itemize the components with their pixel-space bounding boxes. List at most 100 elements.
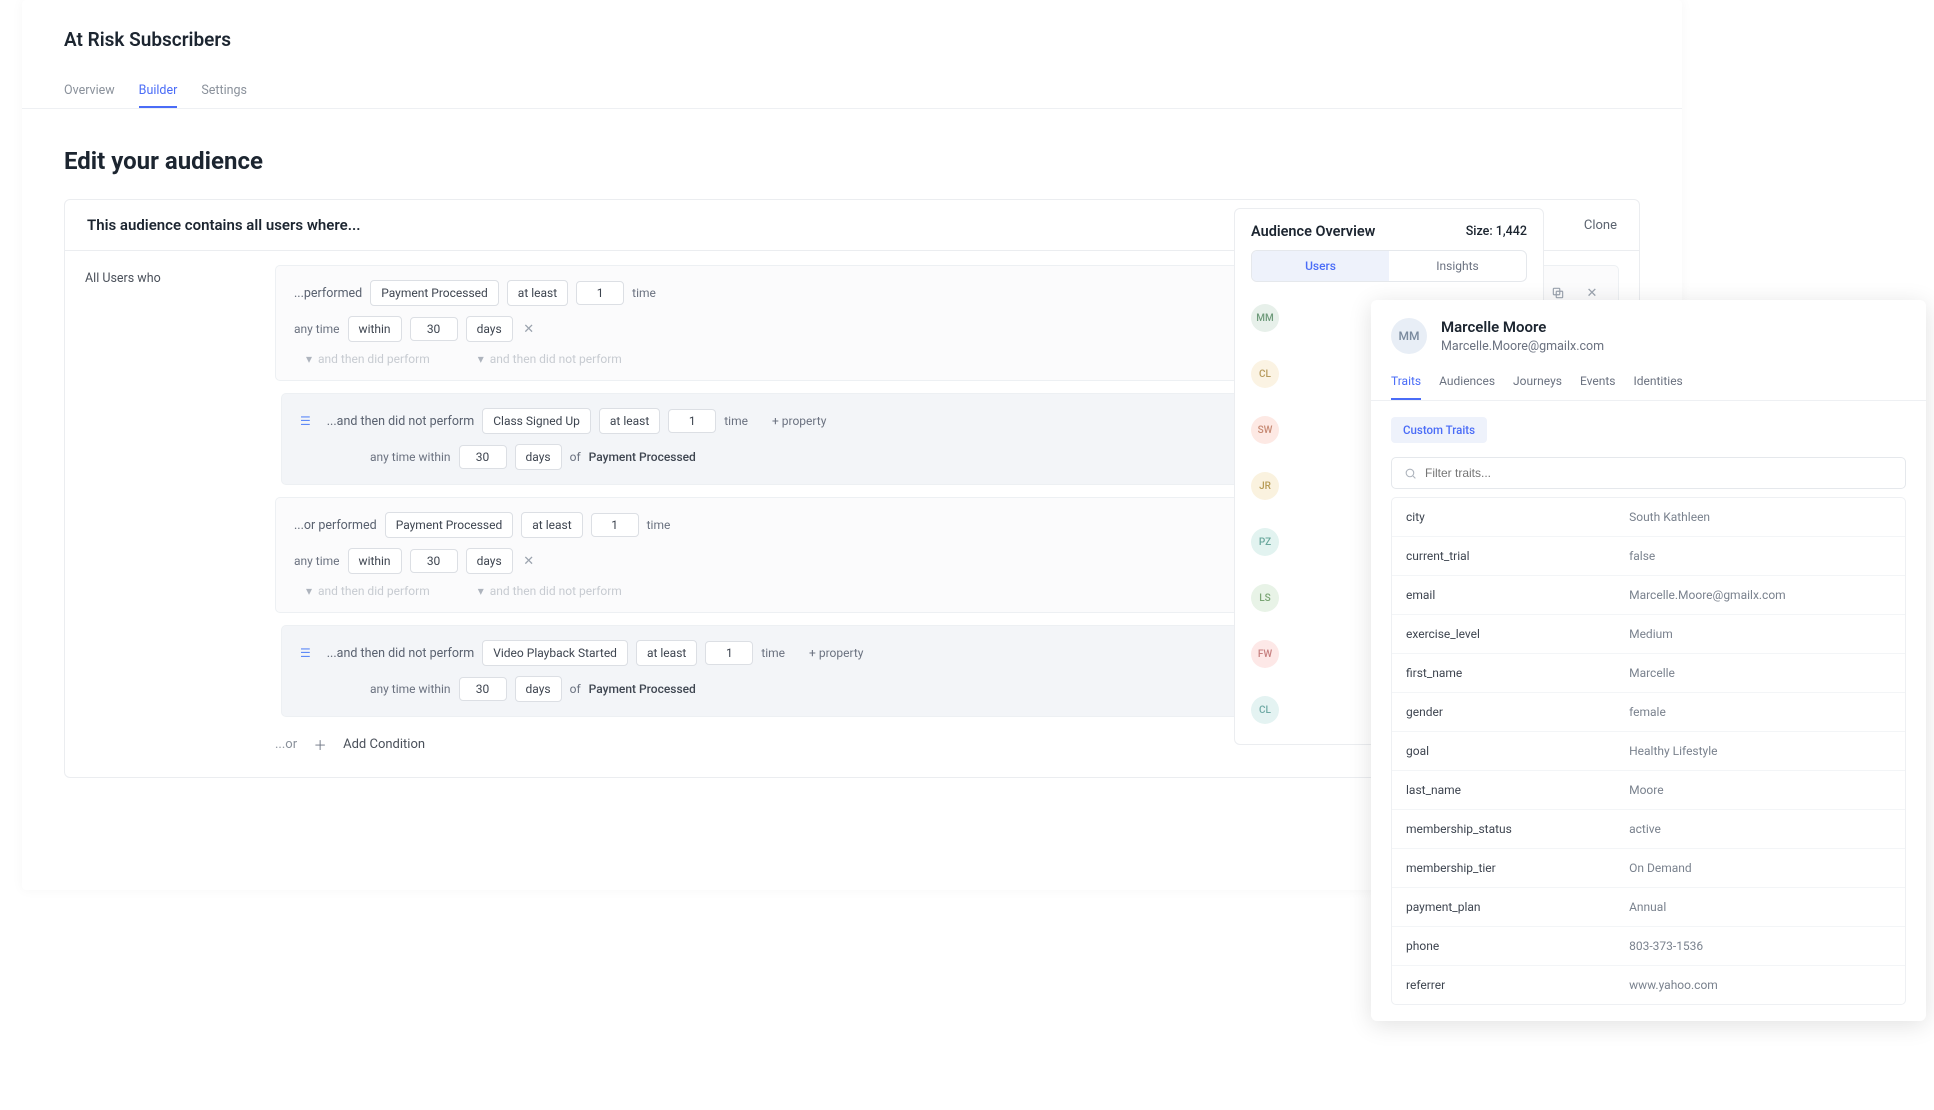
count-suffix: time xyxy=(724,414,748,428)
any-time-within-label: any time within xyxy=(370,682,451,696)
time-unit-select[interactable]: days xyxy=(466,316,513,342)
user-avatar[interactable]: LS xyxy=(1251,584,1279,612)
count-suffix: time xyxy=(761,646,785,660)
duplicate-icon[interactable] xyxy=(1550,285,1566,301)
clone-button[interactable]: Clone xyxy=(1584,218,1617,233)
time-n-input[interactable]: 30 xyxy=(410,549,458,573)
user-avatar[interactable]: CL xyxy=(1251,696,1279,724)
custom-traits-pill[interactable]: Custom Traits xyxy=(1391,417,1487,443)
user-avatar[interactable]: JR xyxy=(1251,472,1279,500)
event-select[interactable]: Class Signed Up xyxy=(482,408,591,434)
comparator-select[interactable]: at least xyxy=(521,512,582,538)
overview-tab-insights[interactable]: Insights xyxy=(1389,251,1526,281)
count-input[interactable]: 1 xyxy=(705,641,753,665)
trait-row: last_nameMoore xyxy=(1392,771,1905,810)
user-avatar[interactable]: CL xyxy=(1251,360,1279,388)
funnel-icon: ☰ xyxy=(300,414,311,428)
funnel-did-not-perform[interactable]: ▾and then did not perform xyxy=(478,584,622,598)
overview-size: Size: 1,442 xyxy=(1466,224,1527,239)
trait-value: Medium xyxy=(1629,627,1891,641)
close-icon[interactable]: ✕ xyxy=(1584,285,1600,301)
trait-value: 803-373-1536 xyxy=(1629,939,1891,953)
time-unit-select[interactable]: days xyxy=(466,548,513,574)
time-unit-select[interactable]: days xyxy=(515,444,562,470)
trait-key: phone xyxy=(1406,939,1629,953)
trait-row: exercise_levelMedium xyxy=(1392,615,1905,654)
time-unit-select[interactable]: days xyxy=(515,676,562,702)
trait-key: gender xyxy=(1406,705,1629,719)
profile-tab-events[interactable]: Events xyxy=(1580,374,1616,400)
any-time-label: any time xyxy=(294,322,340,336)
funnel-did-perform[interactable]: ▾and then did perform xyxy=(306,584,430,598)
trait-key: last_name xyxy=(1406,783,1629,797)
any-time-within-label: any time within xyxy=(370,450,451,464)
user-avatar[interactable]: MM xyxy=(1251,304,1279,332)
trait-row: citySouth Kathleen xyxy=(1392,498,1905,537)
trait-key: first_name xyxy=(1406,666,1629,680)
comparator-select[interactable]: at least xyxy=(599,408,660,434)
comparator-select[interactable]: at least xyxy=(507,280,568,306)
event-select[interactable]: Video Playback Started xyxy=(482,640,628,666)
trait-value: www.yahoo.com xyxy=(1629,978,1891,992)
trait-row: emailMarcelle.Moore@gmailx.com xyxy=(1392,576,1905,615)
comparator-select[interactable]: at least xyxy=(636,640,697,666)
of-event: Payment Processed xyxy=(589,682,696,696)
tab-builder[interactable]: Builder xyxy=(139,75,178,108)
profile-tab-journeys[interactable]: Journeys xyxy=(1513,374,1562,400)
overview-tab-users[interactable]: Users xyxy=(1252,251,1389,281)
user-avatar[interactable]: SW xyxy=(1251,416,1279,444)
profile-card: MM Marcelle Moore Marcelle.Moore@gmailx.… xyxy=(1371,300,1926,1021)
of-label: of xyxy=(570,682,581,696)
trait-row: genderfemale xyxy=(1392,693,1905,732)
time-n-input[interactable]: 30 xyxy=(410,317,458,341)
or-label: ...or xyxy=(275,737,297,752)
remove-time-icon[interactable]: ✕ xyxy=(521,321,537,337)
time-n-input[interactable]: 30 xyxy=(459,677,507,701)
count-suffix: time xyxy=(647,518,671,532)
within-select[interactable]: within xyxy=(348,548,402,574)
trait-row: payment_planAnnual xyxy=(1392,888,1905,927)
remove-time-icon[interactable]: ✕ xyxy=(521,553,537,569)
add-property-button[interactable]: + property xyxy=(772,414,826,428)
trait-value: Marcelle xyxy=(1629,666,1891,680)
traits-table: citySouth Kathleencurrent_trialfalseemai… xyxy=(1391,497,1906,1005)
profile-tab-identities[interactable]: Identities xyxy=(1633,374,1682,400)
time-n-input[interactable]: 30 xyxy=(459,445,507,469)
trait-filter-row[interactable] xyxy=(1391,457,1906,489)
any-time-label: any time xyxy=(294,554,340,568)
funnel-did-perform[interactable]: ▾and then did perform xyxy=(306,352,430,366)
page-title: At Risk Subscribers xyxy=(64,28,1640,51)
trait-key: membership_tier xyxy=(1406,861,1629,875)
trait-key: payment_plan xyxy=(1406,900,1629,914)
prefix-label: ...and then did not perform xyxy=(327,646,474,661)
count-input[interactable]: 1 xyxy=(668,409,716,433)
count-input[interactable]: 1 xyxy=(591,513,639,537)
trait-row: first_nameMarcelle xyxy=(1392,654,1905,693)
tab-overview[interactable]: Overview xyxy=(64,75,115,108)
trait-row: phone803-373-1536 xyxy=(1392,927,1905,966)
funnel-did-not-perform[interactable]: ▾and then did not perform xyxy=(478,352,622,366)
user-avatar[interactable]: PZ xyxy=(1251,528,1279,556)
trait-filter-input[interactable] xyxy=(1425,466,1893,480)
funnel-icon: ▾ xyxy=(478,584,484,598)
trait-value: Moore xyxy=(1629,783,1891,797)
trait-key: membership_status xyxy=(1406,822,1629,836)
event-select[interactable]: Payment Processed xyxy=(385,512,514,538)
add-property-button[interactable]: + property xyxy=(809,646,863,660)
profile-tab-audiences[interactable]: Audiences xyxy=(1439,374,1495,400)
user-avatar[interactable]: FW xyxy=(1251,640,1279,668)
event-select[interactable]: Payment Processed xyxy=(370,280,499,306)
count-suffix: time xyxy=(632,286,656,300)
within-select[interactable]: within xyxy=(348,316,402,342)
add-condition-button[interactable]: Add Condition xyxy=(343,737,425,752)
profile-tab-traits[interactable]: Traits xyxy=(1391,374,1421,400)
tab-settings[interactable]: Settings xyxy=(201,75,247,108)
funnel-icon: ▾ xyxy=(478,352,484,366)
count-input[interactable]: 1 xyxy=(576,281,624,305)
trait-value: false xyxy=(1629,549,1891,563)
audience-where-title: This audience contains all users where..… xyxy=(87,216,360,234)
trait-row: referrerwww.yahoo.com xyxy=(1392,966,1905,1004)
funnel-icon: ☰ xyxy=(300,646,311,660)
trait-row: current_trialfalse xyxy=(1392,537,1905,576)
funnel-icon: ▾ xyxy=(306,584,312,598)
